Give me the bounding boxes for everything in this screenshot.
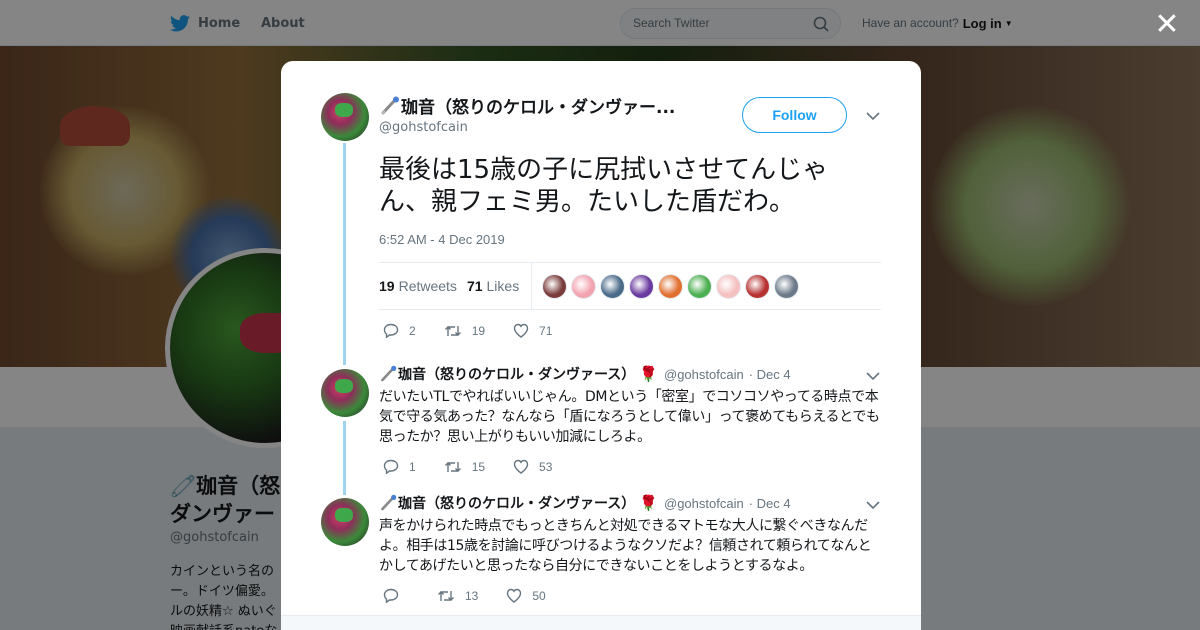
tweet-avatar[interactable] — [321, 93, 369, 141]
reply-actions: 13 50 — [383, 588, 574, 603]
tweet-author-name: 珈音（怒りのケロル・ダンヴァー... — [401, 98, 676, 118]
tweet-author[interactable]: 珈音（怒りのケロル・ダンヴァー... — [379, 93, 675, 118]
liker-avatar[interactable] — [745, 273, 771, 299]
reply-date[interactable]: · Dec 4 — [749, 367, 791, 382]
retweet-icon — [444, 461, 461, 472]
reply-author[interactable]: 珈音（怒りのケロル・ダンヴァース） 🌹 @gohstofcain · Dec 4 — [379, 364, 791, 384]
retweet-action[interactable]: 13 — [437, 589, 478, 603]
retweet-icon — [444, 325, 461, 336]
heart-icon — [507, 588, 522, 603]
like-count: 50 — [532, 588, 546, 603]
close-icon[interactable]: ✕ — [1154, 10, 1180, 40]
tweet-author-handle[interactable]: @gohstofcain — [379, 120, 468, 135]
like-count: 71 — [539, 323, 553, 338]
retweet-icon — [438, 590, 454, 601]
retweet-count: 15 — [471, 459, 486, 474]
rose-icon: 🌹 — [639, 494, 658, 512]
reply-icon — [383, 459, 399, 474]
reply-handle: @gohstofcain — [664, 495, 744, 511]
retweet-action[interactable]: 19 — [444, 324, 485, 338]
chevron-down-icon[interactable] — [866, 371, 880, 381]
reply-icon — [383, 588, 399, 603]
like-action[interactable]: 53 — [513, 459, 552, 474]
retweet-count: 19 — [471, 323, 486, 338]
reply-date[interactable]: · Dec 4 — [749, 496, 791, 511]
reply-author-name: 珈音（怒りのケロル・ダンヴァース） — [398, 496, 636, 512]
like-count: 53 — [539, 459, 553, 474]
reply-handle: @gohstofcain — [664, 366, 744, 382]
likes-stat[interactable]: 71 Likes — [467, 278, 519, 294]
stats-divider — [531, 263, 533, 309]
reply-author[interactable]: 珈音（怒りのケロル・ダンヴァース） 🌹 @gohstofcain · Dec 4 — [379, 493, 791, 513]
reply-count: 1 — [409, 459, 416, 474]
follow-button[interactable]: Follow — [742, 97, 847, 133]
tweet-actions: 2 19 71 — [383, 323, 580, 338]
reply-avatar[interactable] — [321, 498, 369, 546]
retweet-count: 13 — [465, 588, 479, 603]
liker-avatar[interactable] — [687, 273, 713, 299]
reply-action[interactable]: 1 — [383, 459, 416, 474]
liker-avatars — [542, 273, 803, 299]
thread-line — [343, 421, 346, 495]
reply-text: だいたいTLでやればいいじゃん。DMという「密室」でコソコソやってる時点で本気で… — [379, 389, 880, 445]
liker-avatar[interactable] — [542, 273, 568, 299]
safety-pin-icon — [381, 96, 399, 115]
tweet-modal: 珈音（怒りのケロル・ダンヴァー... @gohstofcain Follow 最… — [281, 61, 921, 630]
liker-avatar[interactable] — [658, 273, 684, 299]
reply-icon — [383, 323, 399, 338]
modal-bottom-strip — [281, 615, 921, 630]
chevron-down-icon[interactable] — [866, 111, 880, 121]
heart-icon — [513, 459, 529, 474]
liker-avatar[interactable] — [629, 273, 655, 299]
reply-count: 2 — [409, 323, 416, 338]
reply-avatar[interactable] — [321, 369, 369, 417]
rose-icon: 🌹 — [639, 365, 658, 383]
safety-pin-icon — [381, 494, 397, 511]
tweet-timestamp[interactable]: 6:52 AM - 4 Dec 2019 — [379, 232, 505, 247]
reply-text: 声をかけられた時点でもっときちんと対処できるマトモな大人に繋ぐべきなんだよ。相手… — [379, 518, 872, 574]
retweet-action[interactable]: 15 — [444, 460, 485, 474]
liker-avatar[interactable] — [774, 273, 800, 299]
thread-line — [343, 143, 346, 365]
retweets-stat[interactable]: 19 Retweets — [379, 278, 457, 294]
reply-action[interactable]: 2 — [383, 323, 416, 338]
safety-pin-icon — [381, 365, 397, 382]
reply-actions: 1 15 53 — [383, 459, 580, 474]
reply-action[interactable] — [383, 588, 409, 603]
liker-avatar[interactable] — [571, 273, 597, 299]
like-action[interactable]: 71 — [513, 323, 552, 338]
tweet-text: 最後は15歳の子に尻拭いさせてんじゃん、親フェミ男。たいした盾だわ。 — [379, 155, 829, 217]
liker-avatar[interactable] — [600, 273, 626, 299]
reply-author-name: 珈音（怒りのケロル・ダンヴァース） — [398, 367, 636, 383]
liker-avatar[interactable] — [716, 273, 742, 299]
heart-icon — [513, 323, 529, 338]
tweet-stats: 19 Retweets 71 Likes — [379, 262, 881, 310]
like-action[interactable]: 50 — [506, 588, 546, 603]
chevron-down-icon[interactable] — [866, 500, 880, 510]
